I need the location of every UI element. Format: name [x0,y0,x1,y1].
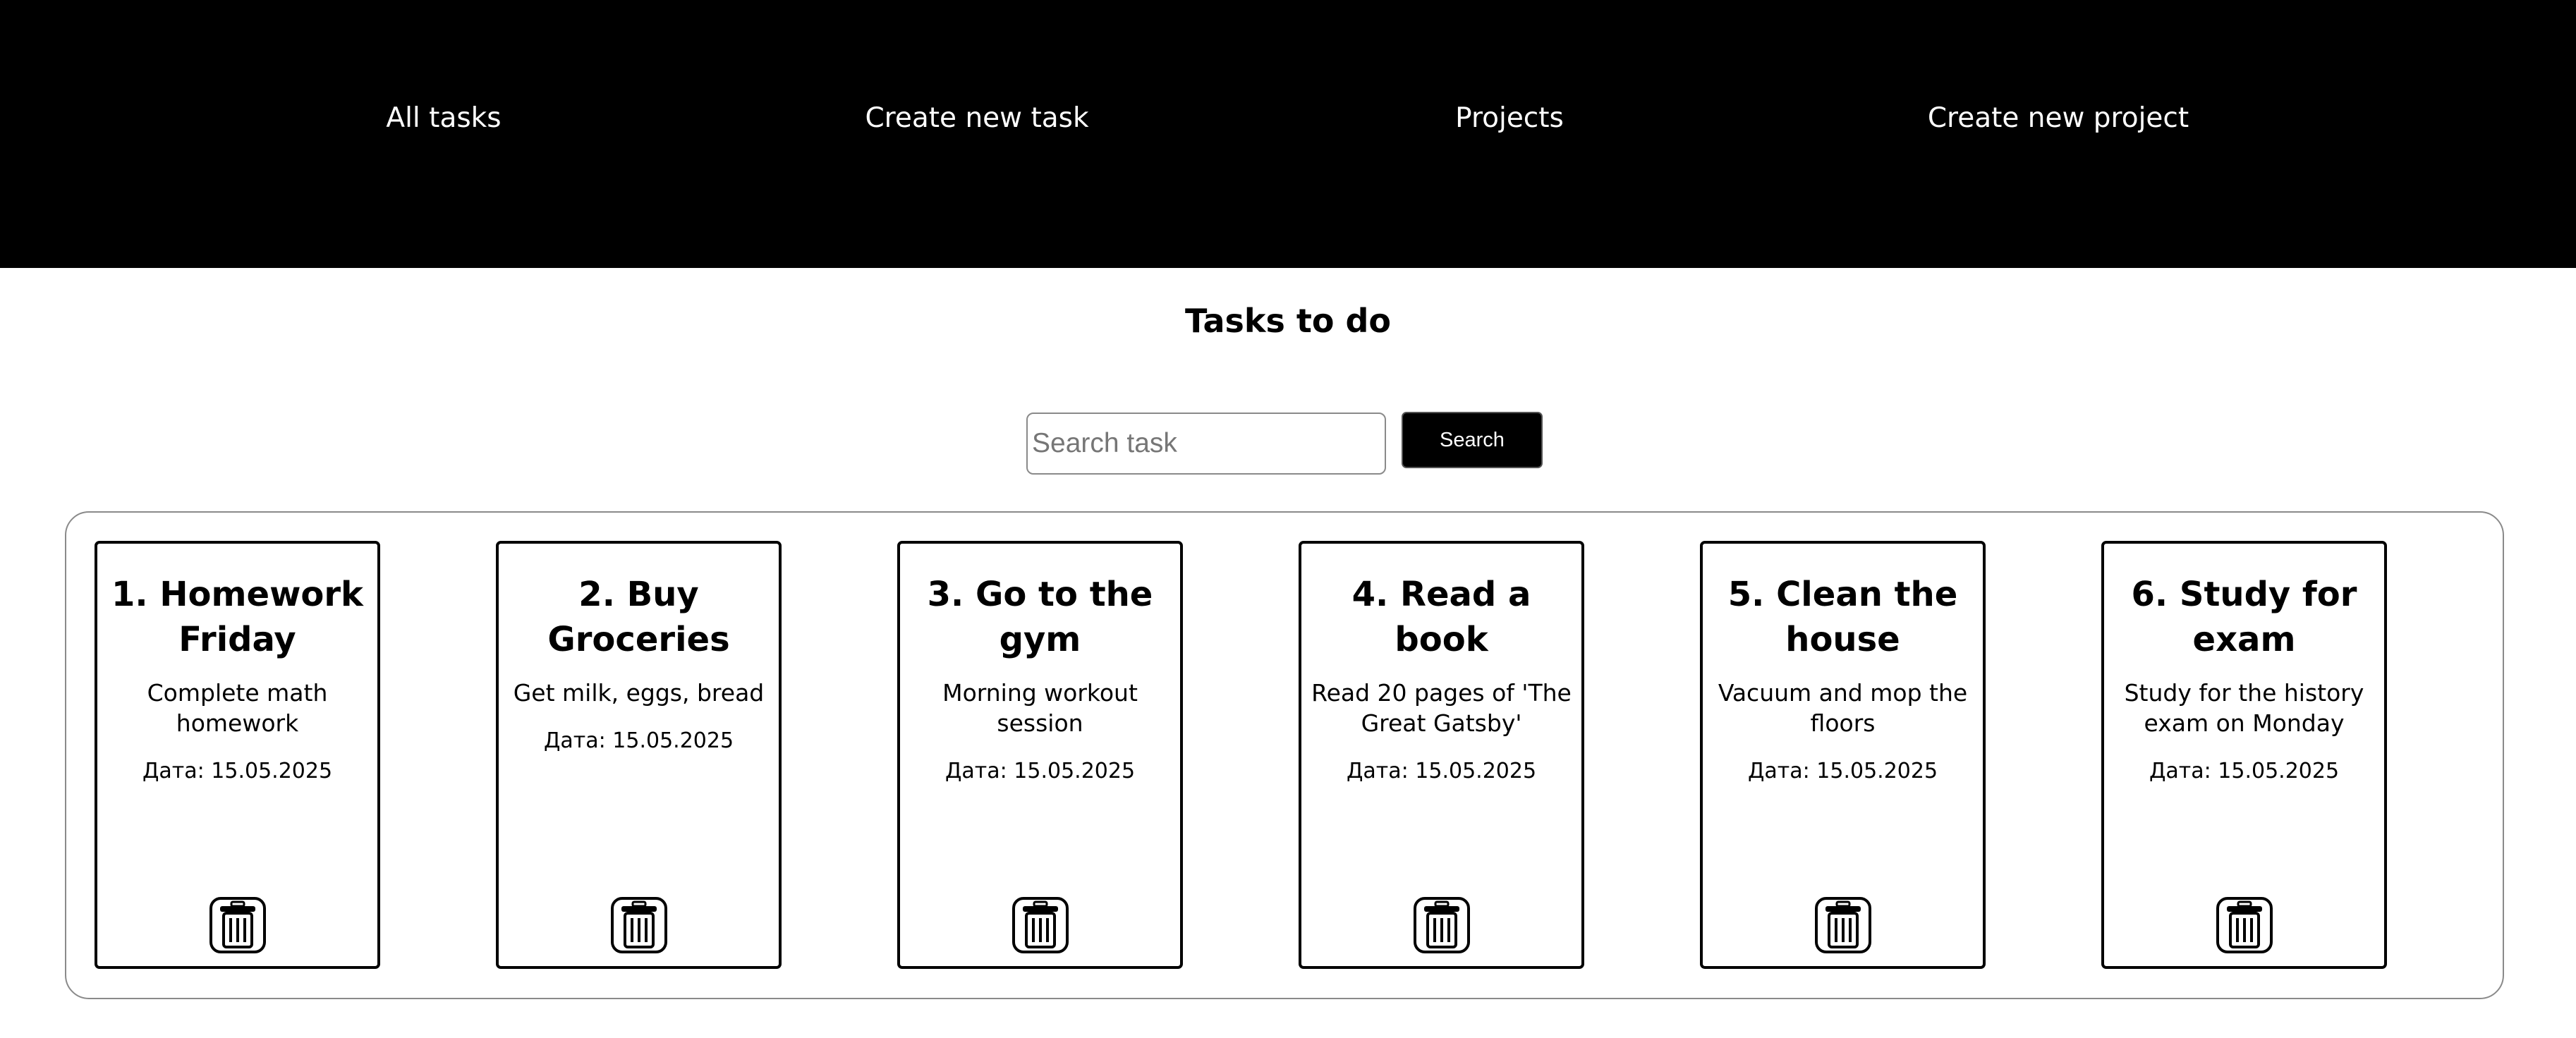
delete-task-button[interactable] [1413,896,1471,954]
task-date: Дата: 15.05.2025 [2149,759,2340,783]
task-card: 1. Homework Friday Complete math homewor… [95,541,380,969]
task-date: Дата: 15.05.2025 [1747,759,1938,783]
task-title: 1. Homework Friday [111,575,363,659]
task-description: Read 20 pages of 'The Great Gatsby' [1311,679,1572,737]
delete-task-button[interactable] [2216,896,2273,954]
delete-task-button[interactable] [1814,896,1872,954]
task-card: 2. Buy Groceries Get milk, eggs, bread Д… [496,541,782,969]
task-card: 4. Read a book Read 20 pages of 'The Gre… [1299,541,1584,969]
task-date: Дата: 15.05.2025 [142,759,333,783]
task-description: Complete math homework [147,679,328,737]
delete-task-button[interactable] [610,896,668,954]
task-title: 4. Read a book [1351,575,1531,659]
task-card: 3. Go to the gym Morning workout session… [897,541,1183,969]
task-card: 5. Clean the house Vacuum and mop the fl… [1700,541,1986,969]
task-description: Get milk, eggs, bread [513,679,765,707]
trash-icon [1814,897,1871,953]
task-date: Дата: 15.05.2025 [543,728,734,753]
delete-task-button[interactable] [209,896,267,954]
nav-link-create-new-project[interactable]: Create new project [1811,99,2305,138]
trash-icon [1011,897,1069,953]
task-description: Study for the history exam on Monday [2124,679,2364,737]
search-input[interactable] [1026,413,1386,475]
delete-task-button[interactable] [1011,896,1069,954]
trash-icon [2216,897,2273,953]
search-button[interactable]: Search [1402,412,1543,468]
trash-icon [1413,897,1470,953]
nav-link-all-tasks[interactable]: All tasks [197,99,691,138]
task-description: Vacuum and mop the floors [1718,679,1968,737]
task-card: 6. Study for exam Study for the history … [2101,541,2387,969]
nav-link-projects[interactable]: Projects [1263,99,1756,138]
task-title: 2. Buy Groceries [547,575,730,659]
task-date: Дата: 15.05.2025 [1346,759,1537,783]
top-navbar: All tasks Create new task Projects Creat… [0,0,2576,268]
trash-icon [610,897,667,953]
task-title: 6. Study for exam [2131,575,2357,659]
task-date: Дата: 15.05.2025 [944,759,1136,783]
task-description: Morning workout session [942,679,1138,737]
nav-link-create-new-task[interactable]: Create new task [730,99,1224,138]
task-title: 3. Go to the gym [927,575,1153,659]
task-title: 5. Clean the house [1727,575,1958,659]
trash-icon [209,897,266,953]
page-title: Tasks to do [1185,302,1391,340]
